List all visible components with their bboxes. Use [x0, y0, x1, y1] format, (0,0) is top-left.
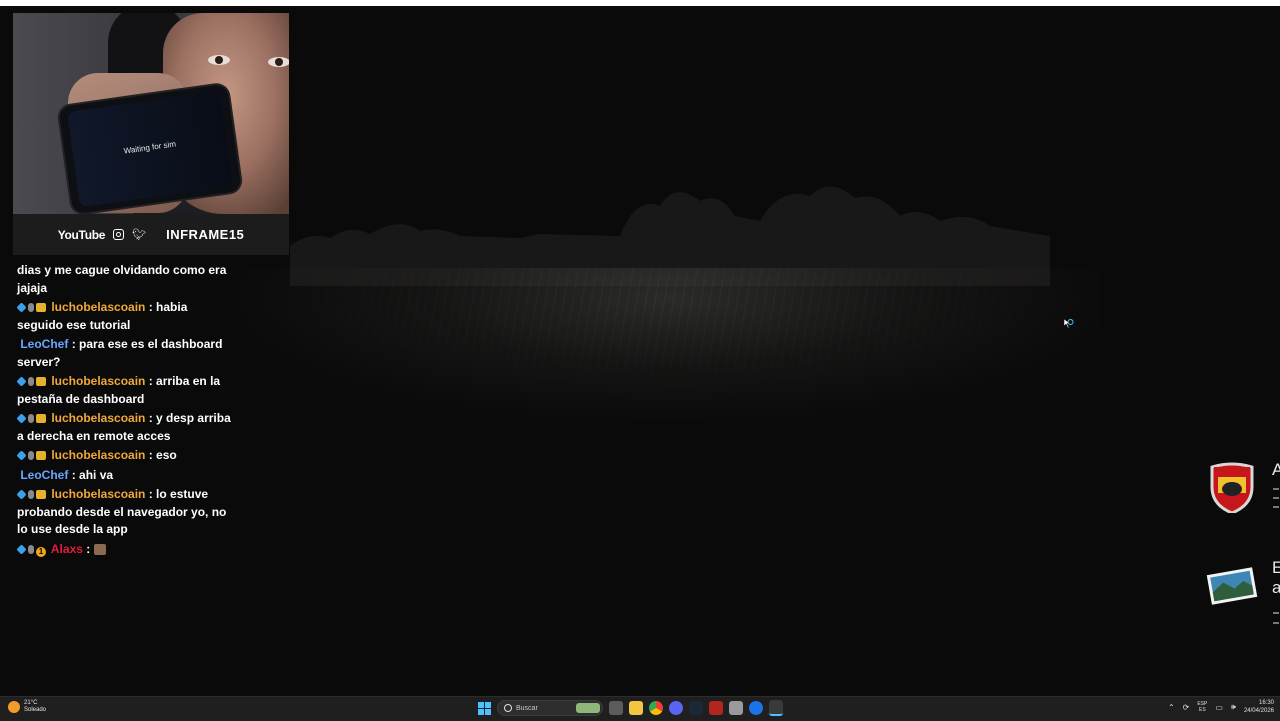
clock[interactable]: 16:30 24/04/2026 — [1244, 699, 1274, 715]
cube-badge-icon — [16, 413, 27, 424]
chat-username: luchobelascoain — [51, 411, 146, 425]
search-icon — [504, 704, 512, 712]
steam-icon[interactable] — [689, 701, 703, 715]
cube-badge-icon — [16, 450, 27, 461]
hand-badge-icon — [28, 544, 34, 554]
weather-temperature: 21°C — [24, 700, 38, 706]
chat-username: luchobelascoain — [51, 374, 146, 388]
weather-condition: Soleado — [24, 707, 47, 713]
busy-cursor-icon — [1064, 319, 1074, 329]
chat-text: : eso — [148, 448, 177, 462]
eye — [208, 55, 230, 65]
hand-badge-icon — [28, 414, 34, 423]
taskbar-search[interactable]: Buscar — [497, 700, 603, 716]
active-app-icon[interactable] — [769, 700, 783, 716]
crown-badge-icon — [36, 451, 46, 460]
monitor-icon[interactable]: ▭ — [1215, 703, 1223, 712]
clock-date: 24/04/2026 — [1243, 708, 1274, 714]
taskbar-apps: Buscar — [478, 700, 783, 716]
volume-icon[interactable]: 🕪︎ — [1231, 702, 1236, 712]
social-bar: YouTube 🐦︎ INFRAME15 — [13, 214, 289, 255]
webcam-overlay: Waiting for sim YouTube 🐦︎ INFRAME15 — [13, 13, 289, 255]
browser-app-icon[interactable] — [749, 701, 763, 715]
instagram-icon — [113, 229, 125, 240]
chat-text: dias y me cague olvidando como era jajaj… — [17, 263, 227, 295]
cube-badge-icon — [16, 489, 27, 500]
phone-screen: Waiting for sim — [67, 90, 233, 208]
hand-badge-icon — [28, 451, 34, 460]
chat-message: LeoChef : para ese es el dashboard serve… — [17, 336, 235, 371]
chat-message: LeoChef : ahi va — [17, 467, 235, 485]
hand-badge-icon — [28, 377, 34, 386]
phone-status-text: Waiting for sim — [123, 139, 177, 156]
widget-title-2: E — [1272, 558, 1280, 577]
field-rows — [240, 268, 1100, 398]
cube-badge-icon — [16, 543, 27, 555]
chat-overlay: dias y me cague olvidando como era jajaj… — [16, 262, 235, 560]
widget-subtext — [1273, 506, 1279, 508]
clock-time: 16:30 — [1258, 700, 1274, 706]
network-icon[interactable]: ⟳ — [1183, 703, 1190, 712]
youtube-logo: YouTube — [57, 227, 106, 242]
widget-subtext — [1273, 497, 1279, 499]
chat-message: luchobelascoain : lo estuve probando des… — [16, 486, 235, 539]
system-tray: ⌃ ⟳ ESP ES ▭ 🕪︎ 16:30 24/04/2026 — [1168, 699, 1274, 715]
crown-badge-icon — [36, 377, 46, 386]
hand-badge-icon — [28, 490, 34, 499]
file-explorer-icon[interactable] — [629, 701, 643, 715]
chat-message: luchobelascoain : habia seguido ese tuto… — [16, 299, 235, 334]
chat-username: luchobelascoain — [51, 487, 146, 501]
chat-username: Alaxs — [50, 541, 83, 556]
emote-icon — [93, 543, 106, 555]
search-placeholder: Buscar — [516, 704, 538, 712]
search-highlight-icon — [576, 703, 600, 713]
crown-badge-icon — [36, 303, 46, 312]
sub-badge-icon: 1 — [36, 546, 46, 557]
chat-text: : ahi va — [71, 467, 114, 482]
game-app-icon[interactable] — [709, 701, 723, 715]
hand-badge-icon — [28, 303, 34, 312]
chrome-icon[interactable] — [649, 701, 663, 715]
sun-icon — [8, 701, 20, 713]
chat-username: LeoChef — [20, 467, 69, 482]
language-indicator[interactable]: ESP ES — [1197, 701, 1207, 713]
crown-badge-icon — [36, 414, 46, 423]
chat-username: LeoChef — [20, 337, 69, 351]
widget-title-1: A — [1272, 460, 1280, 479]
utility-app-icon[interactable] — [729, 701, 743, 715]
widget-subtext — [1273, 612, 1279, 614]
chat-message: 1 Alaxs : — [16, 541, 235, 559]
chat-message: luchobelascoain : arriba en la pestaña d… — [16, 373, 235, 408]
cube-badge-icon — [16, 376, 27, 387]
chat-text: : — [86, 541, 91, 556]
chat-message: dias y me cague olvidando como era jajaj… — [17, 262, 235, 297]
eye — [268, 57, 289, 67]
widget-title-3: a — [1272, 578, 1280, 597]
crown-badge-icon — [36, 490, 46, 499]
weather-widget[interactable]: 21°C Soleado — [8, 700, 46, 714]
weather-text: 21°C Soleado — [24, 700, 46, 714]
channel-brand: INFRAME15 — [166, 227, 245, 242]
phone: Waiting for sim — [58, 83, 242, 214]
widget-subtext — [1273, 488, 1279, 490]
webcam-video: Waiting for sim — [13, 13, 289, 214]
discord-icon[interactable] — [669, 701, 683, 715]
cube-badge-icon — [16, 302, 27, 313]
chat-message: luchobelascoain : eso — [16, 447, 235, 465]
landscape-photo-icon[interactable] — [1206, 565, 1258, 607]
abarth-logo-icon[interactable] — [1206, 461, 1258, 513]
keyboard-code: ES — [1199, 707, 1206, 713]
chat-username: luchobelascoain — [51, 448, 146, 462]
taskbar: 21°C Soleado Buscar ⌃ ⟳ ESP ES ▭ 🕪︎ 16:3… — [0, 696, 1280, 721]
chat-message: luchobelascoain : y desp arriba a derech… — [16, 410, 235, 445]
twitter-icon: 🐦︎ — [132, 229, 147, 241]
widget-subtext — [1273, 622, 1279, 624]
chevron-up-icon[interactable]: ⌃ — [1168, 703, 1175, 712]
task-view-icon[interactable] — [609, 701, 623, 715]
chat-username: luchobelascoain — [51, 300, 146, 314]
windows-start-icon[interactable] — [478, 701, 491, 715]
